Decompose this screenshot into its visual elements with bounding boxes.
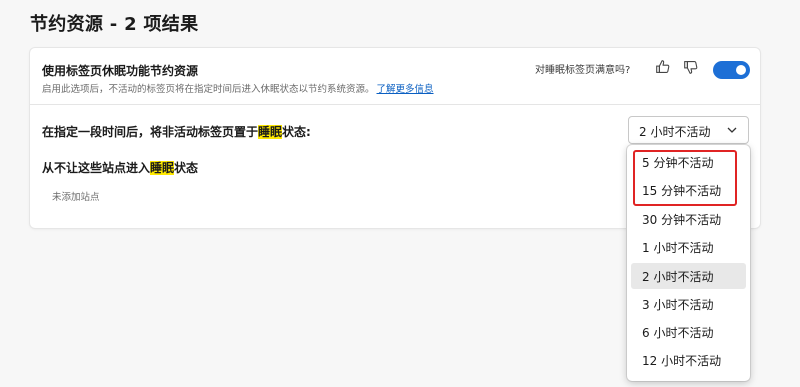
sleeping-tabs-title: 使用标签页休眠功能节约资源 [42, 64, 199, 78]
thumbs-up-icon[interactable] [654, 58, 672, 76]
never-sleep-label: 从不让这些站点进入睡眠状态 [42, 159, 198, 176]
sleep-after-select[interactable]: 2 小时不活动 [628, 116, 749, 144]
sleep-after-text-2: 状态: [282, 125, 311, 139]
dropdown-option[interactable]: 1 小时不活动 [631, 234, 746, 260]
toggle-knob [736, 65, 746, 75]
no-sites-text: 未添加站点 [52, 192, 100, 203]
sleeping-tabs-description: 启用此选项后，不活动的标签页将在指定时间后进入休眠状态以节约系统资源。 了解更多信… [42, 81, 434, 95]
dropdown-option[interactable]: 6 小时不活动 [631, 319, 746, 345]
red-annotation-box [633, 150, 737, 206]
learn-more-link[interactable]: 了解更多信息 [377, 84, 434, 95]
sleeping-tabs-toggle[interactable] [713, 61, 750, 79]
dropdown-option[interactable]: 12 小时不活动 [631, 347, 746, 373]
dropdown-option[interactable]: 3 小时不活动 [631, 291, 746, 317]
sleep-after-text-1: 在指定一段时间后，将非活动标签页置于 [42, 125, 259, 139]
thumbs-down-icon[interactable] [682, 58, 700, 76]
sleep-after-label: 在指定一段时间后，将非活动标签页置于睡眠状态: [42, 123, 311, 140]
chevron-down-icon [727, 127, 737, 133]
never-sleep-text-2: 状态 [174, 161, 199, 175]
page-title: 节约资源 - 2 项结果 [30, 14, 199, 35]
dropdown-option[interactable]: 30 分钟不活动 [631, 206, 746, 232]
search-highlight: 睡眠 [150, 161, 175, 175]
dropdown-option-selected[interactable]: 2 小时不活动 [631, 263, 746, 289]
select-value: 2 小时不活动 [639, 125, 711, 139]
description-text: 启用此选项后，不活动的标签页将在指定时间后进入休眠状态以节约系统资源。 [42, 84, 375, 95]
card-divider [30, 104, 760, 105]
never-sleep-text-1: 从不让这些站点进入 [42, 161, 151, 175]
search-highlight: 睡眠 [258, 125, 283, 139]
feedback-label: 对睡眠标签页满意吗? [535, 65, 631, 76]
